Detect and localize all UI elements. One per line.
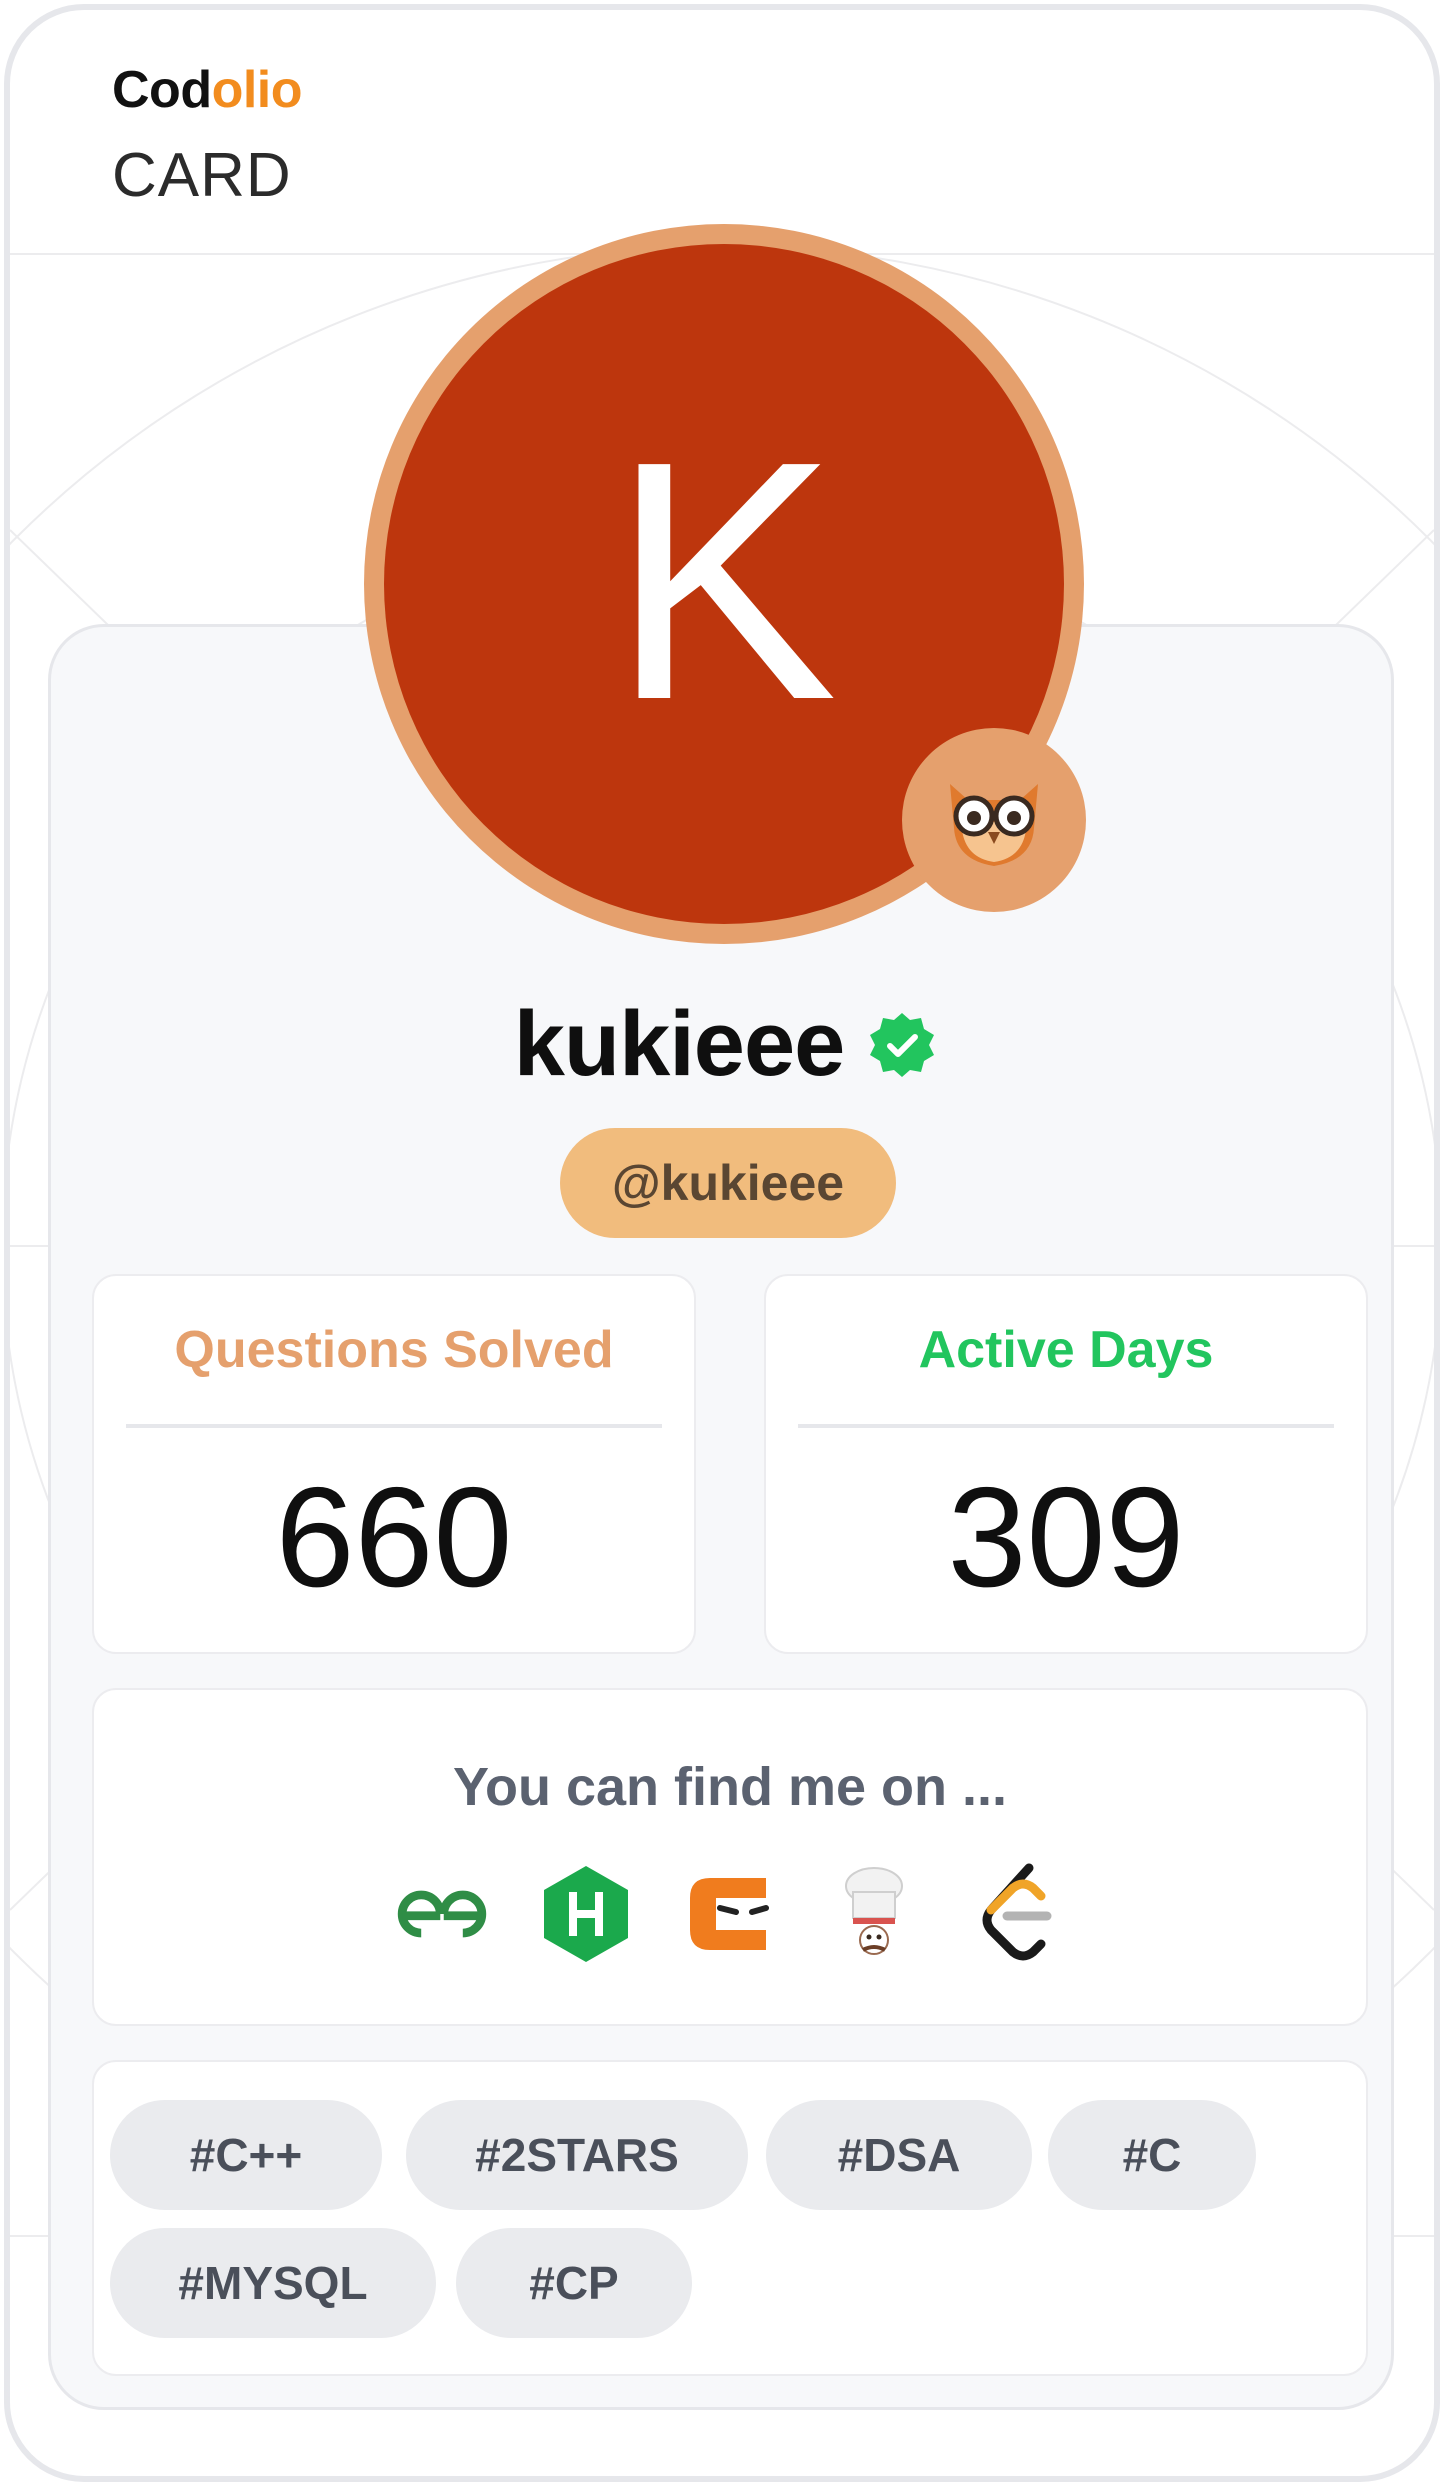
avatar-letter: K: [610, 391, 838, 771]
active-days-label: Active Days: [918, 1321, 1214, 1379]
card-label: CARD: [112, 141, 292, 210]
name-row: kukieee: [10, 992, 1434, 1097]
hackerrank-icon[interactable]: [534, 1862, 638, 1966]
verified-check-icon: [870, 1012, 935, 1077]
tag-chip[interactable]: #2STARS: [406, 2100, 748, 2210]
active-days-card: Active Days 309: [764, 1274, 1368, 1654]
brand-part-1: Cod: [112, 61, 212, 119]
find-me-title: You can find me on ...: [452, 1757, 1008, 1817]
active-days-value: 309: [947, 1458, 1185, 1617]
questions-solved-value: 660: [275, 1458, 513, 1617]
tag-chip[interactable]: #C++: [110, 2100, 382, 2210]
geeksforgeeks-icon[interactable]: [390, 1862, 494, 1966]
leetcode-icon[interactable]: [966, 1862, 1070, 1966]
username-handle[interactable]: @kukieee: [560, 1128, 896, 1238]
codechef-icon[interactable]: [822, 1862, 926, 1966]
tag-chip[interactable]: #DSA: [766, 2100, 1032, 2210]
tag-chip[interactable]: #MYSQL: [110, 2228, 436, 2338]
brand-logo: Codolio: [112, 60, 303, 120]
brand-part-2: olio: [211, 61, 303, 119]
tags-section: #C++ #2STARS #DSA #C #MYSQL #CP: [92, 2060, 1368, 2376]
find-me-section: You can find me on ...: [92, 1688, 1368, 2026]
platform-links: [94, 1862, 1366, 1966]
owl-icon: [950, 784, 1038, 866]
tag-chip[interactable]: #C: [1048, 2100, 1256, 2210]
questions-solved-label: Questions Solved: [174, 1321, 614, 1379]
codingninjas-icon[interactable]: [678, 1862, 782, 1966]
questions-solved-card: Questions Solved 660: [92, 1274, 696, 1654]
divider: [126, 1424, 662, 1428]
profile-card: Codolio CARD K kukieee @kukieee Question…: [4, 4, 1440, 2482]
tag-chip[interactable]: #CP: [456, 2228, 692, 2338]
owl-badge: [902, 728, 1086, 912]
profile-name: kukieee: [513, 993, 846, 1095]
divider: [798, 1424, 1334, 1428]
